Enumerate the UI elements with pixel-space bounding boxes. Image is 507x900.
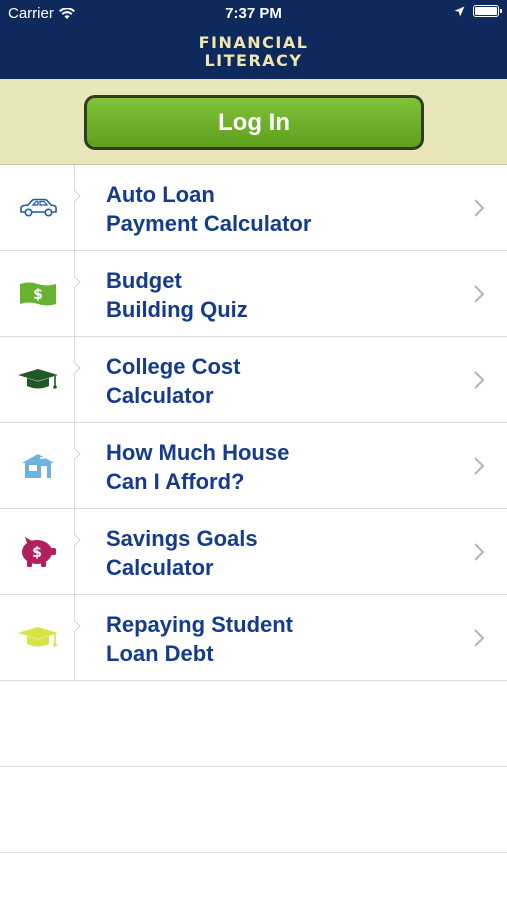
item-label-line-1: Budget [106, 268, 182, 293]
system-status [454, 5, 502, 17]
battery-icon [473, 5, 502, 17]
app-title: FINANCIAL LITERACY [0, 34, 507, 70]
graduation-cap-icon [17, 368, 58, 389]
login-button[interactable]: Log In [84, 95, 424, 150]
chevron-right-icon [474, 629, 485, 647]
list-item-college-cost[interactable]: College Cost Calculator [0, 337, 507, 423]
item-label: Budget Building Quiz [106, 266, 248, 324]
list-item-savings-goals[interactable]: $ Savings Goals Calculator [0, 509, 507, 595]
item-label: Auto Loan Payment Calculator [106, 180, 311, 238]
app-title-line-2: LITERACY [204, 51, 303, 70]
svg-text:$: $ [32, 545, 42, 561]
list-item-student-loan[interactable]: Repaying Student Loan Debt [0, 595, 507, 681]
item-label-line-2: Payment Calculator [106, 211, 312, 236]
clock: 7:37 PM [225, 5, 282, 22]
svg-text:$: $ [33, 287, 43, 303]
list-item-budget-quiz[interactable]: $ Budget Building Quiz [0, 251, 507, 337]
app-title-line-1: FINANCIAL [198, 33, 309, 52]
item-label-line-1: How Much House [106, 440, 290, 465]
item-label-line-2: Calculator [106, 383, 214, 408]
dollar-bill-icon: $ [19, 282, 56, 305]
item-label-line-1: Repaying Student [106, 612, 294, 637]
item-label-line-1: Auto Loan [106, 182, 215, 207]
empty-row [0, 767, 507, 853]
chevron-right-icon [474, 199, 485, 217]
item-label: Repaying Student Loan Debt [106, 610, 293, 668]
list-item-house-afford[interactable]: How Much House Can I Afford? [0, 423, 507, 509]
chevron-right-icon [474, 285, 485, 303]
chevron-right-icon [474, 457, 485, 475]
item-label-line-1: Savings Goals [106, 526, 258, 551]
item-label-line-2: Calculator [106, 555, 214, 580]
item-label: Savings Goals Calculator [106, 524, 258, 582]
item-label-line-2: Loan Debt [106, 641, 214, 666]
calculator-list: Auto Loan Payment Calculator $ Budget Bu… [0, 165, 507, 853]
chevron-right-icon [474, 371, 485, 389]
location-arrow-icon [454, 6, 465, 16]
list-item-auto-loan[interactable]: Auto Loan Payment Calculator [0, 165, 507, 251]
piggy-bank-icon: $ [21, 536, 56, 567]
empty-row [0, 681, 507, 767]
navigation-bar: Carrier 7:37 PM FINANCIAL LITERACY [0, 0, 507, 79]
item-label-line-1: College Cost [106, 354, 241, 379]
graduation-cap-icon [17, 626, 58, 647]
status-bar: Carrier 7:37 PM [0, 0, 507, 28]
item-label: How Much House Can I Afford? [106, 438, 289, 496]
chevron-right-icon [474, 543, 485, 561]
item-label: College Cost Calculator [106, 352, 240, 410]
item-label-line-2: Can I Afford? [106, 469, 245, 494]
car-icon [19, 198, 57, 217]
house-icon [21, 453, 54, 478]
item-label-line-2: Building Quiz [106, 297, 248, 322]
